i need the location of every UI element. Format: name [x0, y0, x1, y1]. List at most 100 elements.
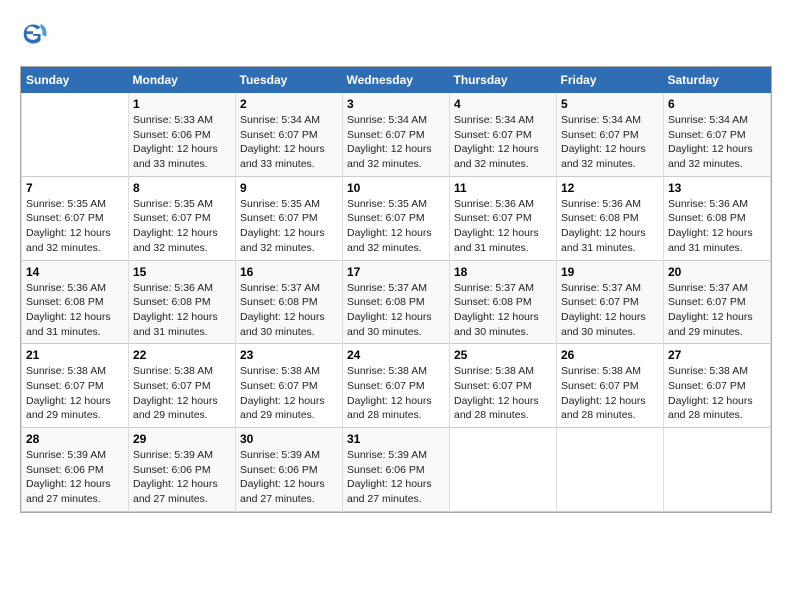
calendar-cell: 12 Sunrise: 5:36 AM Sunset: 6:08 PM Dayli… [557, 176, 664, 260]
calendar-cell: 17 Sunrise: 5:37 AM Sunset: 6:08 PM Dayli… [343, 260, 450, 344]
cell-info: Sunrise: 5:33 AM Sunset: 6:06 PM Dayligh… [133, 113, 231, 172]
col-header-tuesday: Tuesday [236, 67, 343, 93]
cell-info: Sunrise: 5:36 AM Sunset: 6:07 PM Dayligh… [454, 197, 552, 256]
calendar-cell: 18 Sunrise: 5:37 AM Sunset: 6:08 PM Dayli… [450, 260, 557, 344]
calendar-cell [450, 428, 557, 512]
day-number: 10 [347, 181, 445, 195]
calendar-header-row: SundayMondayTuesdayWednesdayThursdayFrid… [22, 67, 771, 93]
day-number: 6 [668, 97, 766, 111]
day-number: 9 [240, 181, 338, 195]
calendar-cell: 11Sunrise: 5:36 AM Sunset: 6:07 PM Dayli… [450, 176, 557, 260]
cell-info: Sunrise: 5:37 AM Sunset: 6:07 PM Dayligh… [561, 281, 659, 340]
calendar-cell: 9 Sunrise: 5:35 AM Sunset: 6:07 PM Daylig… [236, 176, 343, 260]
calendar-cell: 8Sunrise: 5:35 AM Sunset: 6:07 PM Daylig… [129, 176, 236, 260]
cell-info: Sunrise: 5:34 AM Sunset: 6:07 PM Dayligh… [668, 113, 766, 172]
calendar-cell: 31 Sunrise: 5:39 AM Sunset: 6:06 PM Dayli… [343, 428, 450, 512]
day-number: 18 [454, 265, 552, 279]
day-number: 1 [133, 97, 231, 111]
col-header-saturday: Saturday [664, 67, 771, 93]
calendar-cell: 10 Sunrise: 5:35 AM Sunset: 6:07 PM Dayli… [343, 176, 450, 260]
col-header-thursday: Thursday [450, 67, 557, 93]
cell-info: Sunrise: 5:34 AM Sunset: 6:07 PM Dayligh… [240, 113, 338, 172]
cell-info: Sunrise: 5:35 AM Sunset: 6:07 PM Dayligh… [240, 197, 338, 256]
cell-info: Sunrise: 5:34 AM Sunset: 6:07 PM Dayligh… [561, 113, 659, 172]
cell-info: Sunrise: 5:36 AM Sunset: 6:08 PM Dayligh… [561, 197, 659, 256]
calendar-cell: 26 Sunrise: 5:38 AM Sunset: 6:07 PM Dayli… [557, 344, 664, 428]
calendar-cell: 16Sunrise: 5:37 AM Sunset: 6:08 PM Dayli… [236, 260, 343, 344]
day-number: 7 [26, 181, 124, 195]
calendar-cell: 6 Sunrise: 5:34 AM Sunset: 6:07 PM Daylig… [664, 93, 771, 176]
day-number: 14 [26, 265, 124, 279]
cell-info: Sunrise: 5:39 AM Sunset: 6:06 PM Dayligh… [240, 448, 338, 507]
col-header-friday: Friday [557, 67, 664, 93]
day-number: 8 [133, 181, 231, 195]
day-number: 3 [347, 97, 445, 111]
day-number: 24 [347, 348, 445, 362]
day-number: 22 [133, 348, 231, 362]
day-number: 16 [240, 265, 338, 279]
calendar-cell: 4 Sunrise: 5:34 AM Sunset: 6:07 PM Daylig… [450, 93, 557, 176]
calendar-cell [557, 428, 664, 512]
cell-info: Sunrise: 5:38 AM Sunset: 6:07 PM Dayligh… [133, 364, 231, 423]
cell-info: Sunrise: 5:36 AM Sunset: 6:08 PM Dayligh… [668, 197, 766, 256]
calendar-cell: 15 Sunrise: 5:36 AM Sunset: 6:08 PM Dayli… [129, 260, 236, 344]
calendar-cell: 29 Sunrise: 5:39 AM Sunset: 6:06 PM Dayli… [129, 428, 236, 512]
calendar-table: SundayMondayTuesdayWednesdayThursdayFrid… [21, 67, 771, 512]
calendar-cell [22, 93, 129, 176]
cell-info: Sunrise: 5:38 AM Sunset: 6:07 PM Dayligh… [561, 364, 659, 423]
calendar-cell: 14Sunrise: 5:36 AM Sunset: 6:08 PM Dayli… [22, 260, 129, 344]
day-number: 20 [668, 265, 766, 279]
calendar-week-row: 1 Sunrise: 5:33 AM Sunset: 6:06 PM Daylig… [22, 93, 771, 176]
calendar-cell: 27 Sunrise: 5:38 AM Sunset: 6:07 PM Dayli… [664, 344, 771, 428]
cell-info: Sunrise: 5:38 AM Sunset: 6:07 PM Dayligh… [668, 364, 766, 423]
col-header-wednesday: Wednesday [343, 67, 450, 93]
col-header-sunday: Sunday [22, 67, 129, 93]
day-number: 23 [240, 348, 338, 362]
day-number: 4 [454, 97, 552, 111]
day-number: 27 [668, 348, 766, 362]
logo-block [20, 20, 52, 48]
cell-info: Sunrise: 5:35 AM Sunset: 6:07 PM Dayligh… [347, 197, 445, 256]
day-number: 2 [240, 97, 338, 111]
calendar-cell: 30 Sunrise: 5:39 AM Sunset: 6:06 PM Dayli… [236, 428, 343, 512]
cell-info: Sunrise: 5:37 AM Sunset: 6:08 PM Dayligh… [454, 281, 552, 340]
day-number: 25 [454, 348, 552, 362]
day-number: 15 [133, 265, 231, 279]
cell-info: Sunrise: 5:38 AM Sunset: 6:07 PM Dayligh… [347, 364, 445, 423]
day-number: 17 [347, 265, 445, 279]
day-number: 29 [133, 432, 231, 446]
day-number: 19 [561, 265, 659, 279]
day-number: 12 [561, 181, 659, 195]
cell-info: Sunrise: 5:38 AM Sunset: 6:07 PM Dayligh… [26, 364, 124, 423]
calendar-cell [664, 428, 771, 512]
col-header-monday: Monday [129, 67, 236, 93]
cell-info: Sunrise: 5:37 AM Sunset: 6:08 PM Dayligh… [347, 281, 445, 340]
day-number: 5 [561, 97, 659, 111]
calendar-week-row: 28 Sunrise: 5:39 AM Sunset: 6:06 PM Dayli… [22, 428, 771, 512]
day-number: 31 [347, 432, 445, 446]
day-number: 26 [561, 348, 659, 362]
cell-info: Sunrise: 5:39 AM Sunset: 6:06 PM Dayligh… [26, 448, 124, 507]
cell-info: Sunrise: 5:37 AM Sunset: 6:07 PM Dayligh… [668, 281, 766, 340]
general-blue-logo-icon [20, 20, 48, 48]
day-number: 13 [668, 181, 766, 195]
day-number: 28 [26, 432, 124, 446]
cell-info: Sunrise: 5:39 AM Sunset: 6:06 PM Dayligh… [347, 448, 445, 507]
cell-info: Sunrise: 5:36 AM Sunset: 6:08 PM Dayligh… [133, 281, 231, 340]
cell-info: Sunrise: 5:34 AM Sunset: 6:07 PM Dayligh… [454, 113, 552, 172]
calendar-cell: 3Sunrise: 5:34 AM Sunset: 6:07 PM Daylig… [343, 93, 450, 176]
calendar-cell: 22 Sunrise: 5:38 AM Sunset: 6:07 PM Dayli… [129, 344, 236, 428]
day-number: 30 [240, 432, 338, 446]
calendar-table-container: SundayMondayTuesdayWednesdayThursdayFrid… [20, 66, 772, 513]
calendar-cell: 28 Sunrise: 5:39 AM Sunset: 6:06 PM Dayli… [22, 428, 129, 512]
calendar-week-row: 21 Sunrise: 5:38 AM Sunset: 6:07 PM Dayli… [22, 344, 771, 428]
calendar-cell: 2 Sunrise: 5:34 AM Sunset: 6:07 PM Daylig… [236, 93, 343, 176]
calendar-cell: 1 Sunrise: 5:33 AM Sunset: 6:06 PM Daylig… [129, 93, 236, 176]
title-block [52, 20, 772, 30]
calendar-cell: 25Sunrise: 5:38 AM Sunset: 6:07 PM Dayli… [450, 344, 557, 428]
calendar-cell: 13 Sunrise: 5:36 AM Sunset: 6:08 PM Dayli… [664, 176, 771, 260]
day-number: 21 [26, 348, 124, 362]
calendar-cell: 24 Sunrise: 5:38 AM Sunset: 6:07 PM Dayli… [343, 344, 450, 428]
cell-info: Sunrise: 5:38 AM Sunset: 6:07 PM Dayligh… [240, 364, 338, 423]
cell-info: Sunrise: 5:39 AM Sunset: 6:06 PM Dayligh… [133, 448, 231, 507]
